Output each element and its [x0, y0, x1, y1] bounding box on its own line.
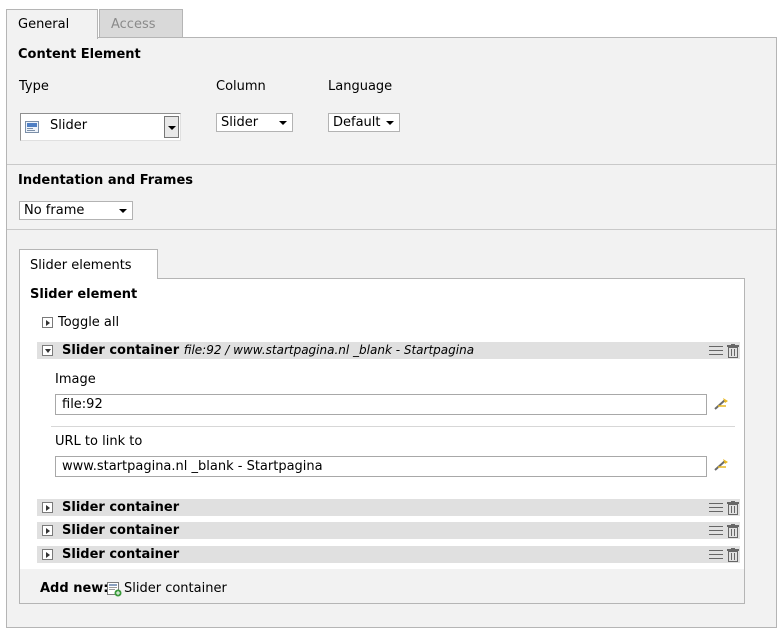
tab-slider-elements-label: Slider elements: [30, 258, 132, 273]
type-label: Type: [19, 79, 49, 94]
add-slider-container-link[interactable]: Slider container: [124, 581, 227, 596]
slider-container-header[interactable]: Slider container: [37, 499, 740, 516]
expand-toggle-icon[interactable]: [42, 502, 53, 513]
tab-general[interactable]: General: [6, 9, 98, 39]
chevron-down-icon: [279, 121, 287, 125]
trash-icon[interactable]: [727, 501, 739, 515]
column-select[interactable]: Slider: [216, 113, 293, 132]
tab-access-label: Access: [111, 17, 156, 32]
wizard-icon[interactable]: [713, 397, 729, 411]
drag-handle-icon[interactable]: [709, 526, 723, 536]
slider-container-title: Slider container: [62, 500, 180, 515]
type-select-dropdown-button[interactable]: [164, 116, 179, 138]
indentation-title: Indentation and Frames: [18, 173, 194, 188]
expand-toggle-icon[interactable]: [42, 549, 53, 560]
wizard-icon[interactable]: [713, 458, 729, 472]
url-field[interactable]: www.startpagina.nl _blank - Startpagina: [55, 456, 707, 477]
divider: [51, 426, 735, 427]
slider-container-header[interactable]: Slider container file:92 / www.startpagi…: [37, 342, 740, 359]
drag-handle-icon[interactable]: [709, 503, 723, 513]
divider: [7, 164, 776, 165]
slider-container-header[interactable]: Slider container: [37, 546, 740, 563]
add-container-icon[interactable]: [107, 582, 122, 597]
slider-container-header[interactable]: Slider container: [37, 522, 740, 539]
slider-container-title: Slider container: [62, 523, 180, 538]
tab-general-label: General: [18, 17, 70, 32]
content-element-title: Content Element: [18, 47, 141, 62]
tab-access[interactable]: Access: [99, 9, 183, 38]
collapse-toggle-icon[interactable]: [42, 345, 53, 356]
column-label: Column: [216, 79, 266, 94]
drag-handle-icon[interactable]: [709, 346, 723, 356]
language-label: Language: [328, 79, 393, 94]
slider-container-subtitle: file:92 / www.startpagina.nl _blank - St…: [183, 343, 475, 357]
slider-type-icon: [25, 121, 39, 133]
type-select[interactable]: Slider: [20, 113, 181, 141]
slider-container-title: Slider container: [62, 343, 180, 358]
drag-handle-icon[interactable]: [709, 550, 723, 560]
slider-element-title: Slider element: [30, 287, 138, 302]
frame-select-value: No frame: [24, 203, 85, 218]
chevron-down-icon: [168, 126, 176, 130]
frame-select[interactable]: No frame: [19, 201, 133, 220]
chevron-down-icon: [119, 209, 127, 213]
url-label: URL to link to: [55, 434, 143, 449]
divider: [7, 229, 776, 230]
language-select-value: Default: [333, 115, 381, 130]
trash-icon[interactable]: [727, 548, 739, 562]
add-new-label: Add new:: [40, 581, 109, 596]
slider-container-title: Slider container: [62, 547, 180, 562]
type-select-value: Slider: [50, 118, 88, 133]
image-field[interactable]: file:92: [55, 394, 707, 415]
expand-toggle-icon[interactable]: [42, 525, 53, 536]
toggle-all-icon[interactable]: [42, 317, 53, 328]
trash-icon[interactable]: [727, 344, 739, 358]
trash-icon[interactable]: [727, 524, 739, 538]
toggle-all-link[interactable]: Toggle all: [58, 315, 119, 330]
tab-slider-elements[interactable]: Slider elements: [19, 249, 158, 279]
column-select-value: Slider: [221, 115, 259, 130]
image-label: Image: [55, 372, 96, 387]
language-select[interactable]: Default: [328, 113, 400, 132]
chevron-down-icon: [386, 121, 394, 125]
